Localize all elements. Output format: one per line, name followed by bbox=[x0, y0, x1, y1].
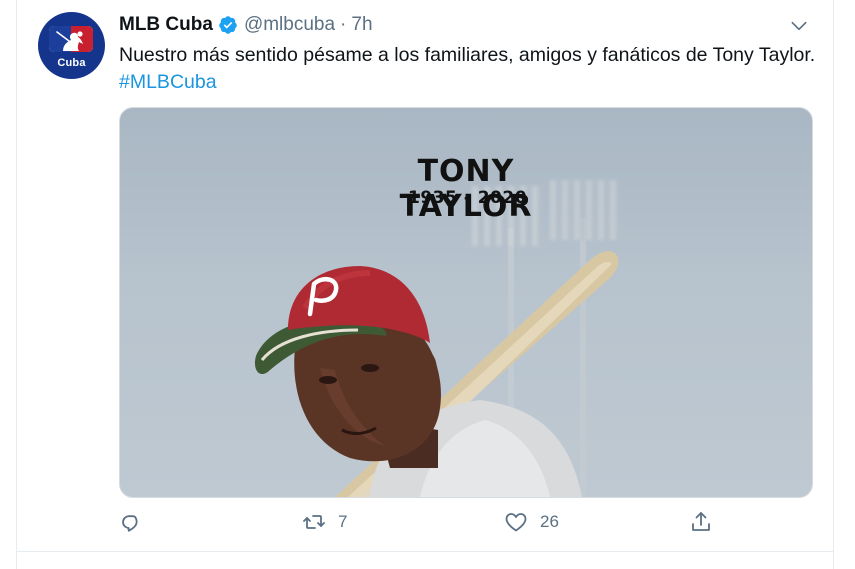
share-button[interactable] bbox=[689, 510, 725, 534]
tweet-card[interactable]: Cuba MLB Cuba @mlbcuba · 7h Nuestro más … bbox=[16, 0, 834, 569]
timestamp[interactable]: 7h bbox=[351, 14, 372, 36]
reply-icon bbox=[122, 515, 138, 532]
tweet-actions: 7 26 bbox=[119, 510, 819, 540]
tweet-text: Nuestro más sentido pésame a los familia… bbox=[119, 42, 819, 96]
image-years: 1935 - 2020 bbox=[408, 188, 528, 208]
like-count: 26 bbox=[540, 512, 559, 531]
separator: · bbox=[340, 14, 347, 35]
reply-button[interactable] bbox=[119, 510, 155, 534]
retweet-count: 7 bbox=[338, 512, 348, 531]
author-name[interactable]: MLB Cuba bbox=[119, 14, 213, 36]
tweet-header: MLB Cuba @mlbcuba · 7h bbox=[119, 13, 373, 37]
avatar-label: Cuba bbox=[57, 57, 86, 69]
verified-badge-icon bbox=[219, 16, 237, 34]
heart-icon bbox=[505, 513, 527, 532]
chevron-down-icon[interactable] bbox=[789, 16, 809, 36]
hashtag-link[interactable]: #MLBCuba bbox=[119, 71, 217, 93]
like-button[interactable]: 26 bbox=[504, 510, 559, 534]
divider bbox=[17, 551, 833, 552]
author-handle[interactable]: @mlbcuba bbox=[244, 14, 335, 36]
avatar[interactable]: Cuba bbox=[38, 12, 105, 79]
retweet-button[interactable]: 7 bbox=[302, 510, 347, 534]
share-icon bbox=[692, 512, 710, 531]
retweet-icon bbox=[303, 515, 325, 529]
mlb-logo-icon bbox=[49, 26, 93, 52]
tweet-image[interactable]: TONY TAYLOR 1935 - 2020 bbox=[119, 107, 813, 498]
tweet-body: Nuestro más sentido pésame a los familia… bbox=[119, 44, 816, 66]
